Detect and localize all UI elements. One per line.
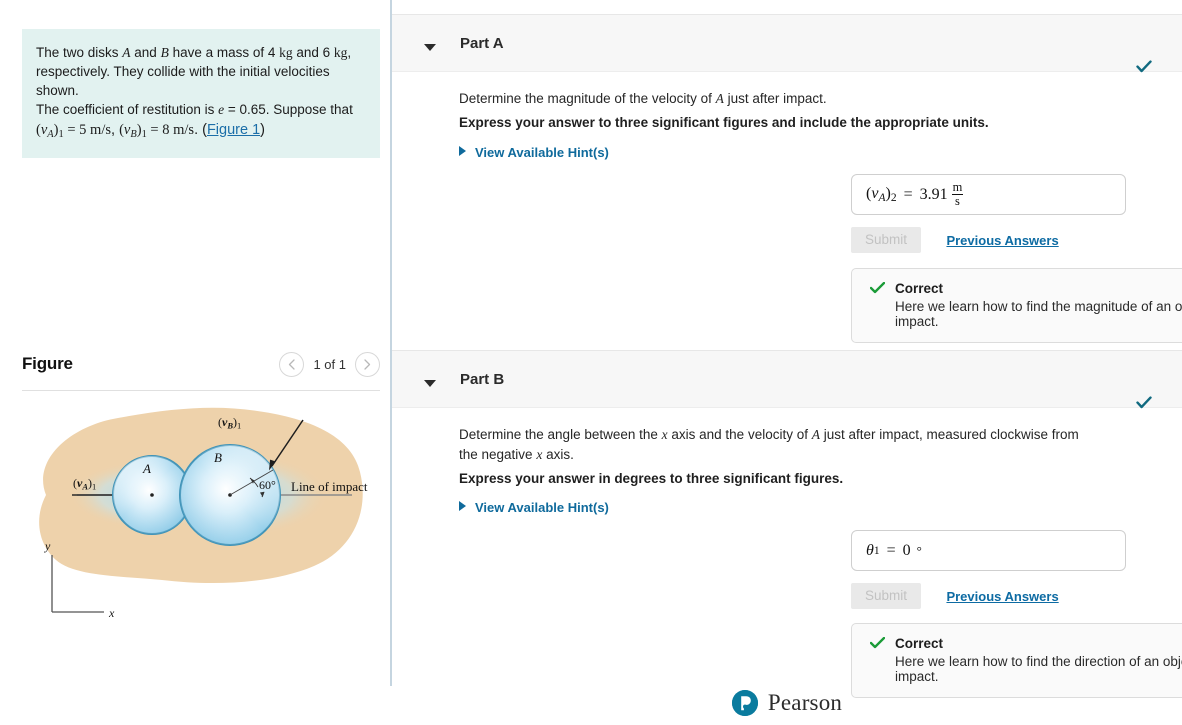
unit-kg-1: kg <box>279 45 293 60</box>
part-b-submit-button[interactable]: Submit <box>851 583 921 609</box>
figure-axis-label-y: y <box>44 539 51 553</box>
problem-text-6: The coefficient of restitution is <box>36 102 219 118</box>
part-a-question: Determine the magnitude of the velocity … <box>459 89 1099 109</box>
part-a-answer-equals: = <box>903 185 913 203</box>
figure-page-label: 1 of 1 <box>313 357 346 372</box>
part-a-answer-input[interactable]: (vA)2 = 3.91 m s <box>851 174 1126 215</box>
unit-kg-2: kg <box>333 45 348 60</box>
part-b-answer-value: 0 <box>902 541 911 559</box>
part-a-feedback-body: Here we learn how to find the magnitude … <box>895 299 1182 329</box>
figure-axis-label-x: x <box>108 606 115 620</box>
caret-right-icon <box>459 501 466 511</box>
part-a-instruction: Express your answer to three significant… <box>459 115 989 130</box>
part-b-answer-equals: = <box>886 541 896 559</box>
part-a-answer-value: 3.91 <box>919 185 948 203</box>
figure-pager: 1 of 1 <box>279 352 380 377</box>
chevron-right-icon[interactable] <box>355 352 380 377</box>
part-a-header[interactable]: Part A <box>392 14 1182 73</box>
part-a-previous-answers-link[interactable]: Previous Answers <box>946 233 1058 248</box>
figure-1-link[interactable]: Figure 1 <box>207 122 260 138</box>
caret-down-icon[interactable] <box>424 44 436 51</box>
part-b-question-post: axis. <box>542 446 574 462</box>
figure-header: Figure 1 of 1 <box>22 352 380 386</box>
part-a-question-post: just after impact. <box>723 91 827 106</box>
pearson-wordmark: Pearson <box>767 690 843 715</box>
variable-a: A <box>122 45 131 60</box>
part-b-previous-answers-link[interactable]: Previous Answers <box>946 589 1058 604</box>
part-a-question-var: A <box>715 91 724 106</box>
problem-text-4: and 6 <box>292 45 334 60</box>
part-a-submit-row: Submit Previous Answers <box>851 227 1059 253</box>
part-b-question-mid: axis and the velocity of <box>667 427 812 442</box>
part-a-status-check-icon <box>1136 59 1152 76</box>
problem-text-1: The two disks <box>36 45 123 60</box>
figure-image[interactable]: A B (vA)1 (vB)1 60° Line of impact y x <box>22 400 382 650</box>
part-a-unit-numerator: m <box>951 179 964 195</box>
part-b-question-var2: A <box>811 427 820 442</box>
part-a-unit-denominator: s <box>955 194 960 208</box>
problem-text-3: have a mass of 4 <box>168 45 280 60</box>
part-b-view-hints[interactable]: View Available Hint(s) <box>459 500 609 515</box>
part-b-answer-unit: ° <box>916 542 922 558</box>
part-b-answer-symbol: θ <box>866 541 874 559</box>
part-b-block: Part B Determine the angle between the x… <box>392 350 1182 698</box>
part-b-question: Determine the angle between the x axis a… <box>459 425 1087 464</box>
part-b-feedback-check-icon <box>869 636 886 653</box>
problem-text-line2: respectively. They collide with the init… <box>36 64 330 99</box>
va-equals-value: = 5 <box>63 121 91 138</box>
problem-text-5: , <box>347 45 352 60</box>
part-a-answer-symbol: (vA)2 <box>866 184 897 205</box>
left-panel: The two disks A and B have a mass of 4 k… <box>0 0 390 725</box>
part-b-question-pre: Determine the angle between the <box>459 427 662 442</box>
pearson-footer: Pearson <box>392 681 1182 725</box>
part-b-feedback-body: Here we learn how to find the direction … <box>895 654 1182 684</box>
part-b-title: Part B <box>460 371 505 388</box>
part-a-view-hints[interactable]: View Available Hint(s) <box>459 145 609 160</box>
part-a-block: Part A Determine the magnitude of the ve… <box>392 14 1182 343</box>
part-a-submit-button[interactable]: Submit <box>851 227 921 253</box>
caret-right-icon <box>459 146 466 156</box>
problem-statement: The two disks A and B have a mass of 4 k… <box>22 29 380 159</box>
part-a-question-pre: Determine the magnitude of the velocity … <box>459 91 716 106</box>
page-root: The two disks A and B have a mass of 4 k… <box>0 0 1182 725</box>
figure-label-line-of-impact: Line of impact <box>291 479 368 494</box>
part-b-instruction: Express your answer in degrees to three … <box>459 471 844 486</box>
text-period-paren: . ( <box>194 121 207 138</box>
vb-equals-value: = 8 <box>146 121 174 138</box>
text-close-paren: ) <box>260 121 265 138</box>
part-b-status-check-icon <box>1136 395 1152 412</box>
figure-label-disk-b: B <box>214 450 222 465</box>
figure-title: Figure <box>22 354 73 373</box>
figure-label-angle: 60° <box>259 478 276 492</box>
figure-divider <box>22 390 380 391</box>
part-b-answer-input[interactable]: θ1 = 0 ° <box>851 530 1126 571</box>
part-a-answer-unit: m s <box>951 179 964 208</box>
part-b-hints-label: View Available Hint(s) <box>475 500 609 515</box>
part-a-feedback: Correct Here we learn how to find the ma… <box>851 268 1182 343</box>
vb-unit: m/s <box>173 121 195 138</box>
part-a-feedback-check-icon <box>869 281 886 298</box>
comma-sep: , <box>111 121 120 138</box>
problem-text-2: and <box>130 45 161 60</box>
figure-label-disk-a: A <box>142 461 151 476</box>
part-b-header[interactable]: Part B <box>392 350 1182 409</box>
part-a-hints-label: View Available Hint(s) <box>475 145 609 160</box>
part-b-feedback-title: Correct <box>895 636 944 651</box>
part-b-submit-row: Submit Previous Answers <box>851 583 1059 609</box>
chevron-left-icon[interactable] <box>279 352 305 377</box>
pearson-p-icon <box>731 690 758 716</box>
va-unit: m/s <box>90 121 111 138</box>
problem-text-7: = 0.65. Suppose that <box>224 102 353 118</box>
right-panel: Part A Determine the magnitude of the ve… <box>392 0 1182 725</box>
part-a-feedback-title: Correct <box>895 281 944 296</box>
part-b-answer-index: 1 <box>873 544 880 557</box>
variable-b: B <box>160 45 169 60</box>
caret-down-icon[interactable] <box>424 380 436 387</box>
part-a-title: Part A <box>460 35 504 52</box>
